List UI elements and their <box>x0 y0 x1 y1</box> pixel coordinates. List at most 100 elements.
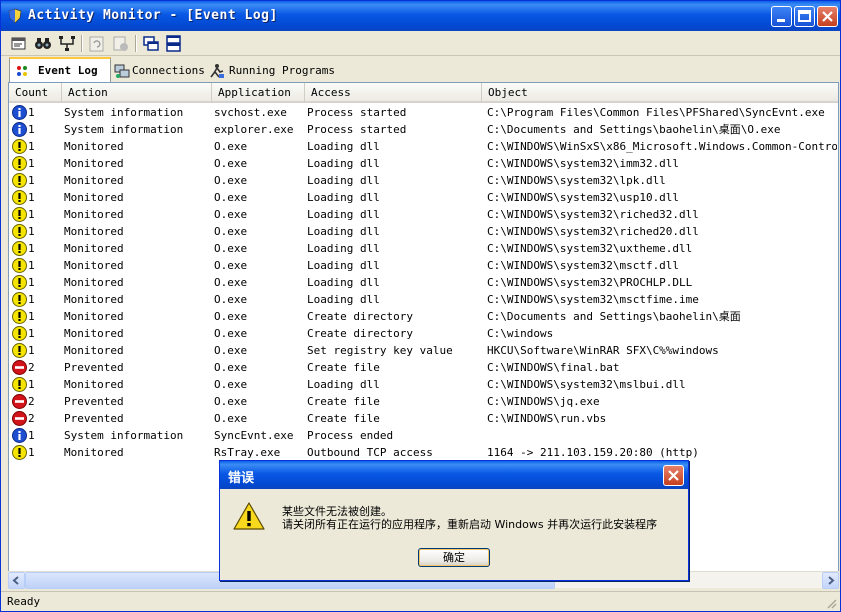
warning-icon <box>12 292 27 307</box>
cell-access: Loading dll <box>307 208 380 221</box>
dialog-message-line2: 请关闭所有正在运行的应用程序，重新启动 Windows 并再次运行此安装程序 <box>282 518 658 531</box>
table-row[interactable]: 1 Monitored O.exe Create directory C:\Docume… <box>9 308 838 325</box>
table-row[interactable]: 1 Monitored RsTray.exe Outbound TCP access 1… <box>9 444 838 461</box>
cell-object: HKCU\Software\WinRAR SFX\C%%windows <box>487 344 719 357</box>
refresh-tool-button[interactable] <box>87 34 107 53</box>
table-row[interactable]: 1 System information svchost.exe Process st… <box>9 104 838 121</box>
table-row[interactable]: 1 System information explorer.exe Process s… <box>9 121 838 138</box>
resize-grip-icon[interactable] <box>825 597 837 609</box>
table-row[interactable]: 1 Monitored O.exe Set registry key value HKC… <box>9 342 838 359</box>
chevron-left-icon <box>12 576 19 585</box>
cell-count: 1 <box>28 123 35 136</box>
table-row[interactable]: 1 Monitored O.exe Loading dll C:\WINDOWS\sys… <box>9 240 838 257</box>
find-tool-button[interactable] <box>33 34 53 53</box>
table-row[interactable]: 1 Monitored O.exe Loading dll C:\WINDOWS\sys… <box>9 189 838 206</box>
column-header-object[interactable]: Object <box>482 83 838 102</box>
cascade-tool-button[interactable] <box>141 34 161 53</box>
table-row[interactable]: 1 Monitored O.exe Loading dll C:\WINDOWS\sys… <box>9 274 838 291</box>
cell-action: Monitored <box>64 378 124 391</box>
tile-tool-button[interactable] <box>164 34 184 53</box>
cell-access: Create directory <box>307 327 413 340</box>
binoculars-icon <box>35 38 51 49</box>
column-header-action[interactable]: Action <box>62 83 212 102</box>
programs-icon <box>210 64 224 78</box>
cell-count: 1 <box>28 344 35 357</box>
table-row[interactable]: 1 Monitored O.exe Loading dll C:\WINDOWS\Win… <box>9 138 838 155</box>
table-row[interactable]: 1 Monitored O.exe Loading dll C:\WINDOWS\sys… <box>9 257 838 274</box>
cell-count: 1 <box>28 276 35 289</box>
table-row[interactable]: 1 System information SyncEvnt.exe Process e… <box>9 427 838 444</box>
cell-access: Process started <box>307 106 407 119</box>
cell-access: Loading dll <box>307 191 380 204</box>
cell-action: System information <box>64 429 184 442</box>
close-button[interactable] <box>817 6 838 27</box>
cell-action: Prevented <box>64 361 124 374</box>
cell-count: 1 <box>28 327 35 340</box>
chevron-right-icon <box>828 576 835 585</box>
table-row[interactable]: 1 Monitored O.exe Loading dll C:\WINDOWS\sys… <box>9 223 838 240</box>
network-tree-icon <box>59 36 75 51</box>
cell-application: O.exe <box>214 276 248 289</box>
column-header-application[interactable]: Application <box>212 83 305 102</box>
filter-tool-button[interactable] <box>57 34 77 53</box>
info-icon <box>12 122 27 137</box>
cell-application: O.exe <box>214 242 248 255</box>
table-row[interactable]: 1 Monitored O.exe Loading dll C:\WINDOWS\sys… <box>9 376 838 393</box>
ok-button[interactable]: 确定 <box>418 548 490 567</box>
cell-access: Create file <box>307 412 380 425</box>
warning-icon <box>12 445 27 460</box>
cell-access: Loading dll <box>307 276 380 289</box>
cell-count: 1 <box>28 378 35 391</box>
tab-bar: Event Log Connections Running Programs <box>1 57 840 82</box>
table-row[interactable]: 1 Monitored O.exe Loading dll C:\WINDOWS\sys… <box>9 206 838 223</box>
warning-icon <box>12 224 27 239</box>
cell-object: C:\WINDOWS\system32\mslbui.dll <box>487 378 686 391</box>
cell-application: O.exe <box>214 157 248 170</box>
table-row[interactable]: 2 Prevented O.exe Create file C:\WINDOWS\fin… <box>9 359 838 376</box>
cell-access: Loading dll <box>307 259 380 272</box>
table-row[interactable]: 1 Monitored O.exe Loading dll C:\WINDOWS\sys… <box>9 155 838 172</box>
scroll-left-button[interactable] <box>8 572 25 589</box>
cell-application: O.exe <box>214 395 248 408</box>
prevented-icon <box>12 360 27 375</box>
list-header: Count Action Application Access Object <box>9 83 838 103</box>
cell-access: Create directory <box>307 310 413 323</box>
dialog-title-bar[interactable]: 错误 <box>220 461 688 489</box>
table-row[interactable]: 1 Monitored O.exe Create directory C:\window… <box>9 325 838 342</box>
tab-running-programs[interactable]: Running Programs <box>207 59 337 81</box>
status-text: Ready <box>7 595 41 608</box>
cell-action: System information <box>64 106 184 119</box>
app-shield-icon <box>8 8 22 24</box>
title-bar[interactable]: Activity Monitor - [Event Log] <box>1 1 840 31</box>
cell-count: 1 <box>28 191 35 204</box>
cell-access: Loading dll <box>307 174 380 187</box>
cell-access: Process ended <box>307 429 394 442</box>
warning-icon <box>12 139 27 154</box>
cascade-windows-icon <box>143 36 159 51</box>
clear-tool-button[interactable] <box>111 34 131 53</box>
cell-count: 1 <box>28 106 35 119</box>
tab-event-log[interactable]: Event Log <box>9 57 111 82</box>
cell-count: 1 <box>28 208 35 221</box>
cell-object: C:\WINDOWS\jq.exe <box>487 395 600 408</box>
properties-tool-button[interactable] <box>9 34 29 53</box>
cell-application: svchost.exe <box>214 106 287 119</box>
cell-count: 1 <box>28 157 35 170</box>
table-row[interactable]: 1 Monitored O.exe Loading dll C:\WINDOWS\sys… <box>9 291 838 308</box>
column-header-count[interactable]: Count <box>9 83 62 102</box>
tile-windows-icon <box>166 35 181 52</box>
dialog-close-button[interactable] <box>663 465 684 486</box>
maximize-button[interactable] <box>794 6 815 27</box>
column-header-access[interactable]: Access <box>305 83 482 102</box>
table-row[interactable]: 1 Monitored O.exe Loading dll C:\WINDOWS\sys… <box>9 172 838 189</box>
cell-access: Loading dll <box>307 293 380 306</box>
cell-application: O.exe <box>214 361 248 374</box>
scroll-right-button[interactable] <box>822 572 839 589</box>
table-row[interactable]: 2 Prevented O.exe Create file C:\WINDOWS\run… <box>9 410 838 427</box>
cell-application: O.exe <box>214 259 248 272</box>
event-log-icon <box>17 66 27 76</box>
table-row[interactable]: 2 Prevented O.exe Create file C:\WINDOWS\jq.… <box>9 393 838 410</box>
tab-connections[interactable]: Connections <box>111 59 207 81</box>
warning-icon <box>12 275 27 290</box>
minimize-button[interactable] <box>771 6 792 27</box>
